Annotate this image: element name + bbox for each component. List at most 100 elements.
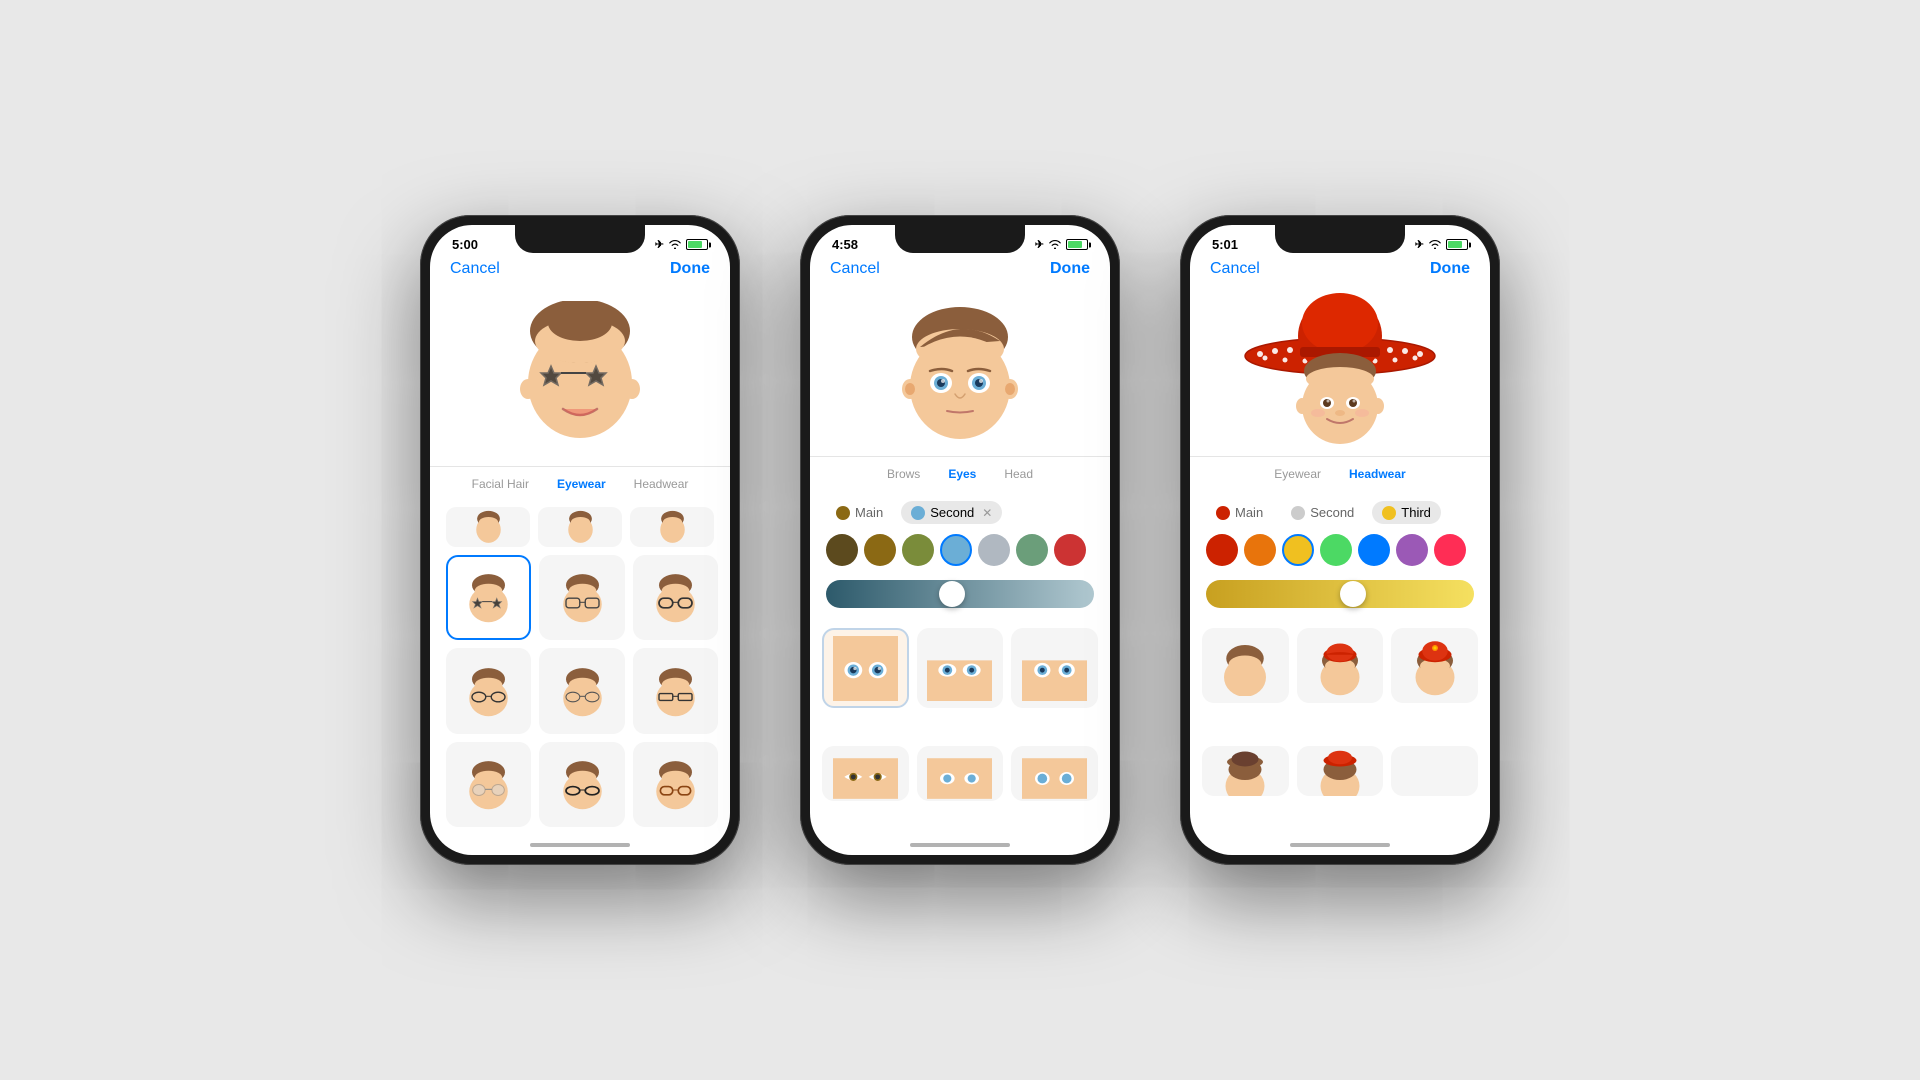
phone-3-screen: 5:01 ✈ Cancel Done — [1190, 225, 1490, 855]
phone-2-screen: 4:58 ✈ Cancel Done — [810, 225, 1110, 855]
color-swatch-red-2[interactable] — [1054, 534, 1086, 566]
close-icon-2[interactable]: ✕ — [982, 506, 992, 520]
notch-2 — [895, 225, 1025, 253]
phones-container: 5:00 ✈ Cancel Done — [420, 215, 1500, 865]
color-swatch-brown-2[interactable] — [864, 534, 896, 566]
done-button-3[interactable]: Done — [1430, 260, 1470, 278]
tab-brows[interactable]: Brows — [873, 463, 934, 485]
color-swatch-blue-3[interactable] — [1358, 534, 1390, 566]
eyewear-cell-4[interactable] — [446, 648, 531, 733]
tab-head[interactable]: Head — [990, 463, 1047, 485]
color-swatch-blue-2[interactable] — [940, 534, 972, 566]
color-swatch-orange-3[interactable] — [1244, 534, 1276, 566]
eyes-cell-6[interactable] — [1011, 746, 1098, 801]
slider-thumb-2[interactable] — [939, 581, 965, 607]
color-section-2: Main Second ✕ — [810, 493, 1110, 624]
color-swatch-green-2[interactable] — [1016, 534, 1048, 566]
eyes-cell-5[interactable] — [917, 746, 1004, 801]
eye-slider-2 — [826, 576, 1094, 616]
avatar-display-3 — [1235, 291, 1445, 451]
nav-bar-1: Cancel Done — [430, 256, 730, 286]
done-button-1[interactable]: Done — [670, 260, 710, 278]
tab-headwear[interactable]: Headwear — [620, 473, 703, 495]
time-1: 5:00 — [452, 237, 478, 252]
tab-facial-hair[interactable]: Facial Hair — [458, 473, 543, 495]
color-tab-main-2[interactable]: Main — [826, 501, 893, 524]
avatar-cell-partial-1[interactable] — [446, 507, 530, 547]
headwear-cell-3[interactable] — [1391, 628, 1478, 703]
second-label-3: Second — [1310, 505, 1354, 520]
color-tab-third-3[interactable]: Third — [1372, 501, 1441, 524]
top-partial-row — [430, 503, 730, 547]
color-tabs-2: Main Second ✕ — [826, 501, 1094, 524]
memoji-svg-1 — [505, 301, 655, 451]
color-tabs-3: Main Second Third — [1206, 501, 1474, 524]
tab-eyes[interactable]: Eyes — [934, 463, 990, 485]
color-swatch-purple-3[interactable] — [1396, 534, 1428, 566]
color-swatch-green-3[interactable] — [1320, 534, 1352, 566]
color-swatch-red-3[interactable] — [1206, 534, 1238, 566]
eyewear-cell-3[interactable] — [633, 555, 718, 640]
airplane-icon-1: ✈ — [655, 238, 664, 251]
wifi-icon-1 — [668, 238, 682, 252]
home-indicator-1 — [430, 835, 730, 855]
eye-color-row-2 — [826, 534, 1094, 566]
color-tab-second-3[interactable]: Second — [1281, 501, 1364, 524]
eyewear-cell-8[interactable] — [539, 742, 624, 827]
home-bar-3 — [1290, 843, 1390, 847]
headwear-cell-6[interactable] — [1391, 746, 1478, 796]
eyes-cell-3[interactable] — [1011, 628, 1098, 708]
tab-bar-3: Eyewear Headwear — [1190, 456, 1490, 493]
slider-track-3[interactable] — [1206, 580, 1474, 608]
phone-1-screen: 5:00 ✈ Cancel Done — [430, 225, 730, 855]
done-button-2[interactable]: Done — [1050, 260, 1090, 278]
eyewear-cell-5[interactable] — [539, 648, 624, 733]
main-label-3: Main — [1235, 505, 1263, 520]
wifi-icon-2 — [1048, 238, 1062, 252]
eyewear-cell-7[interactable] — [446, 742, 531, 827]
eyewear-cell-2[interactable] — [539, 555, 624, 640]
second-color-dot-3 — [1291, 506, 1305, 520]
eyes-cell-2[interactable] — [917, 628, 1004, 708]
slider-track-2[interactable] — [826, 580, 1094, 608]
time-3: 5:01 — [1212, 237, 1238, 252]
color-swatch-olive-2[interactable] — [902, 534, 934, 566]
avatar-display-1 — [505, 301, 655, 451]
headwear-cell-1[interactable] — [1202, 628, 1289, 703]
headwear-grid — [1190, 624, 1490, 835]
avatar-cell-partial-2[interactable] — [538, 507, 622, 547]
headwear-cell-5[interactable] — [1297, 746, 1384, 796]
color-swatch-yellow-3[interactable] — [1282, 534, 1314, 566]
tab-eyewear-3[interactable]: Eyewear — [1260, 463, 1335, 485]
avatar-cell-partial-3[interactable] — [630, 507, 714, 547]
third-label-3: Third — [1401, 505, 1431, 520]
eyewear-cell-1[interactable] — [446, 555, 531, 640]
avatar-area-3 — [1190, 286, 1490, 456]
third-color-dot-3 — [1382, 506, 1396, 520]
home-bar-2 — [910, 843, 1010, 847]
color-tab-main-3[interactable]: Main — [1206, 501, 1273, 524]
color-tab-second-2[interactable]: Second ✕ — [901, 501, 1002, 524]
color-swatch-brown-dark-2[interactable] — [826, 534, 858, 566]
headwear-cell-2[interactable] — [1297, 628, 1384, 703]
color-swatch-gray-2[interactable] — [978, 534, 1010, 566]
home-indicator-2 — [810, 835, 1110, 855]
eyewear-cell-6[interactable] — [633, 648, 718, 733]
color-swatch-pink-3[interactable] — [1434, 534, 1466, 566]
status-right-3: ✈ — [1415, 238, 1468, 252]
slider-thumb-3[interactable] — [1340, 581, 1366, 607]
eyewear-cell-9[interactable] — [633, 742, 718, 827]
cancel-button-1[interactable]: Cancel — [450, 260, 500, 278]
battery-icon-1 — [686, 239, 708, 250]
cancel-button-3[interactable]: Cancel — [1210, 260, 1260, 278]
scroll-content-1 — [430, 503, 730, 835]
eyes-cell-1[interactable] — [822, 628, 909, 708]
phone-1: 5:00 ✈ Cancel Done — [420, 215, 740, 865]
hat-slider-3 — [1206, 576, 1474, 616]
tab-eyewear[interactable]: Eyewear — [543, 473, 620, 495]
tab-headwear-3[interactable]: Headwear — [1335, 463, 1420, 485]
eyes-cell-4[interactable] — [822, 746, 909, 801]
headwear-cell-4[interactable] — [1202, 746, 1289, 796]
cancel-button-2[interactable]: Cancel — [830, 260, 880, 278]
phone-3: 5:01 ✈ Cancel Done — [1180, 215, 1500, 865]
